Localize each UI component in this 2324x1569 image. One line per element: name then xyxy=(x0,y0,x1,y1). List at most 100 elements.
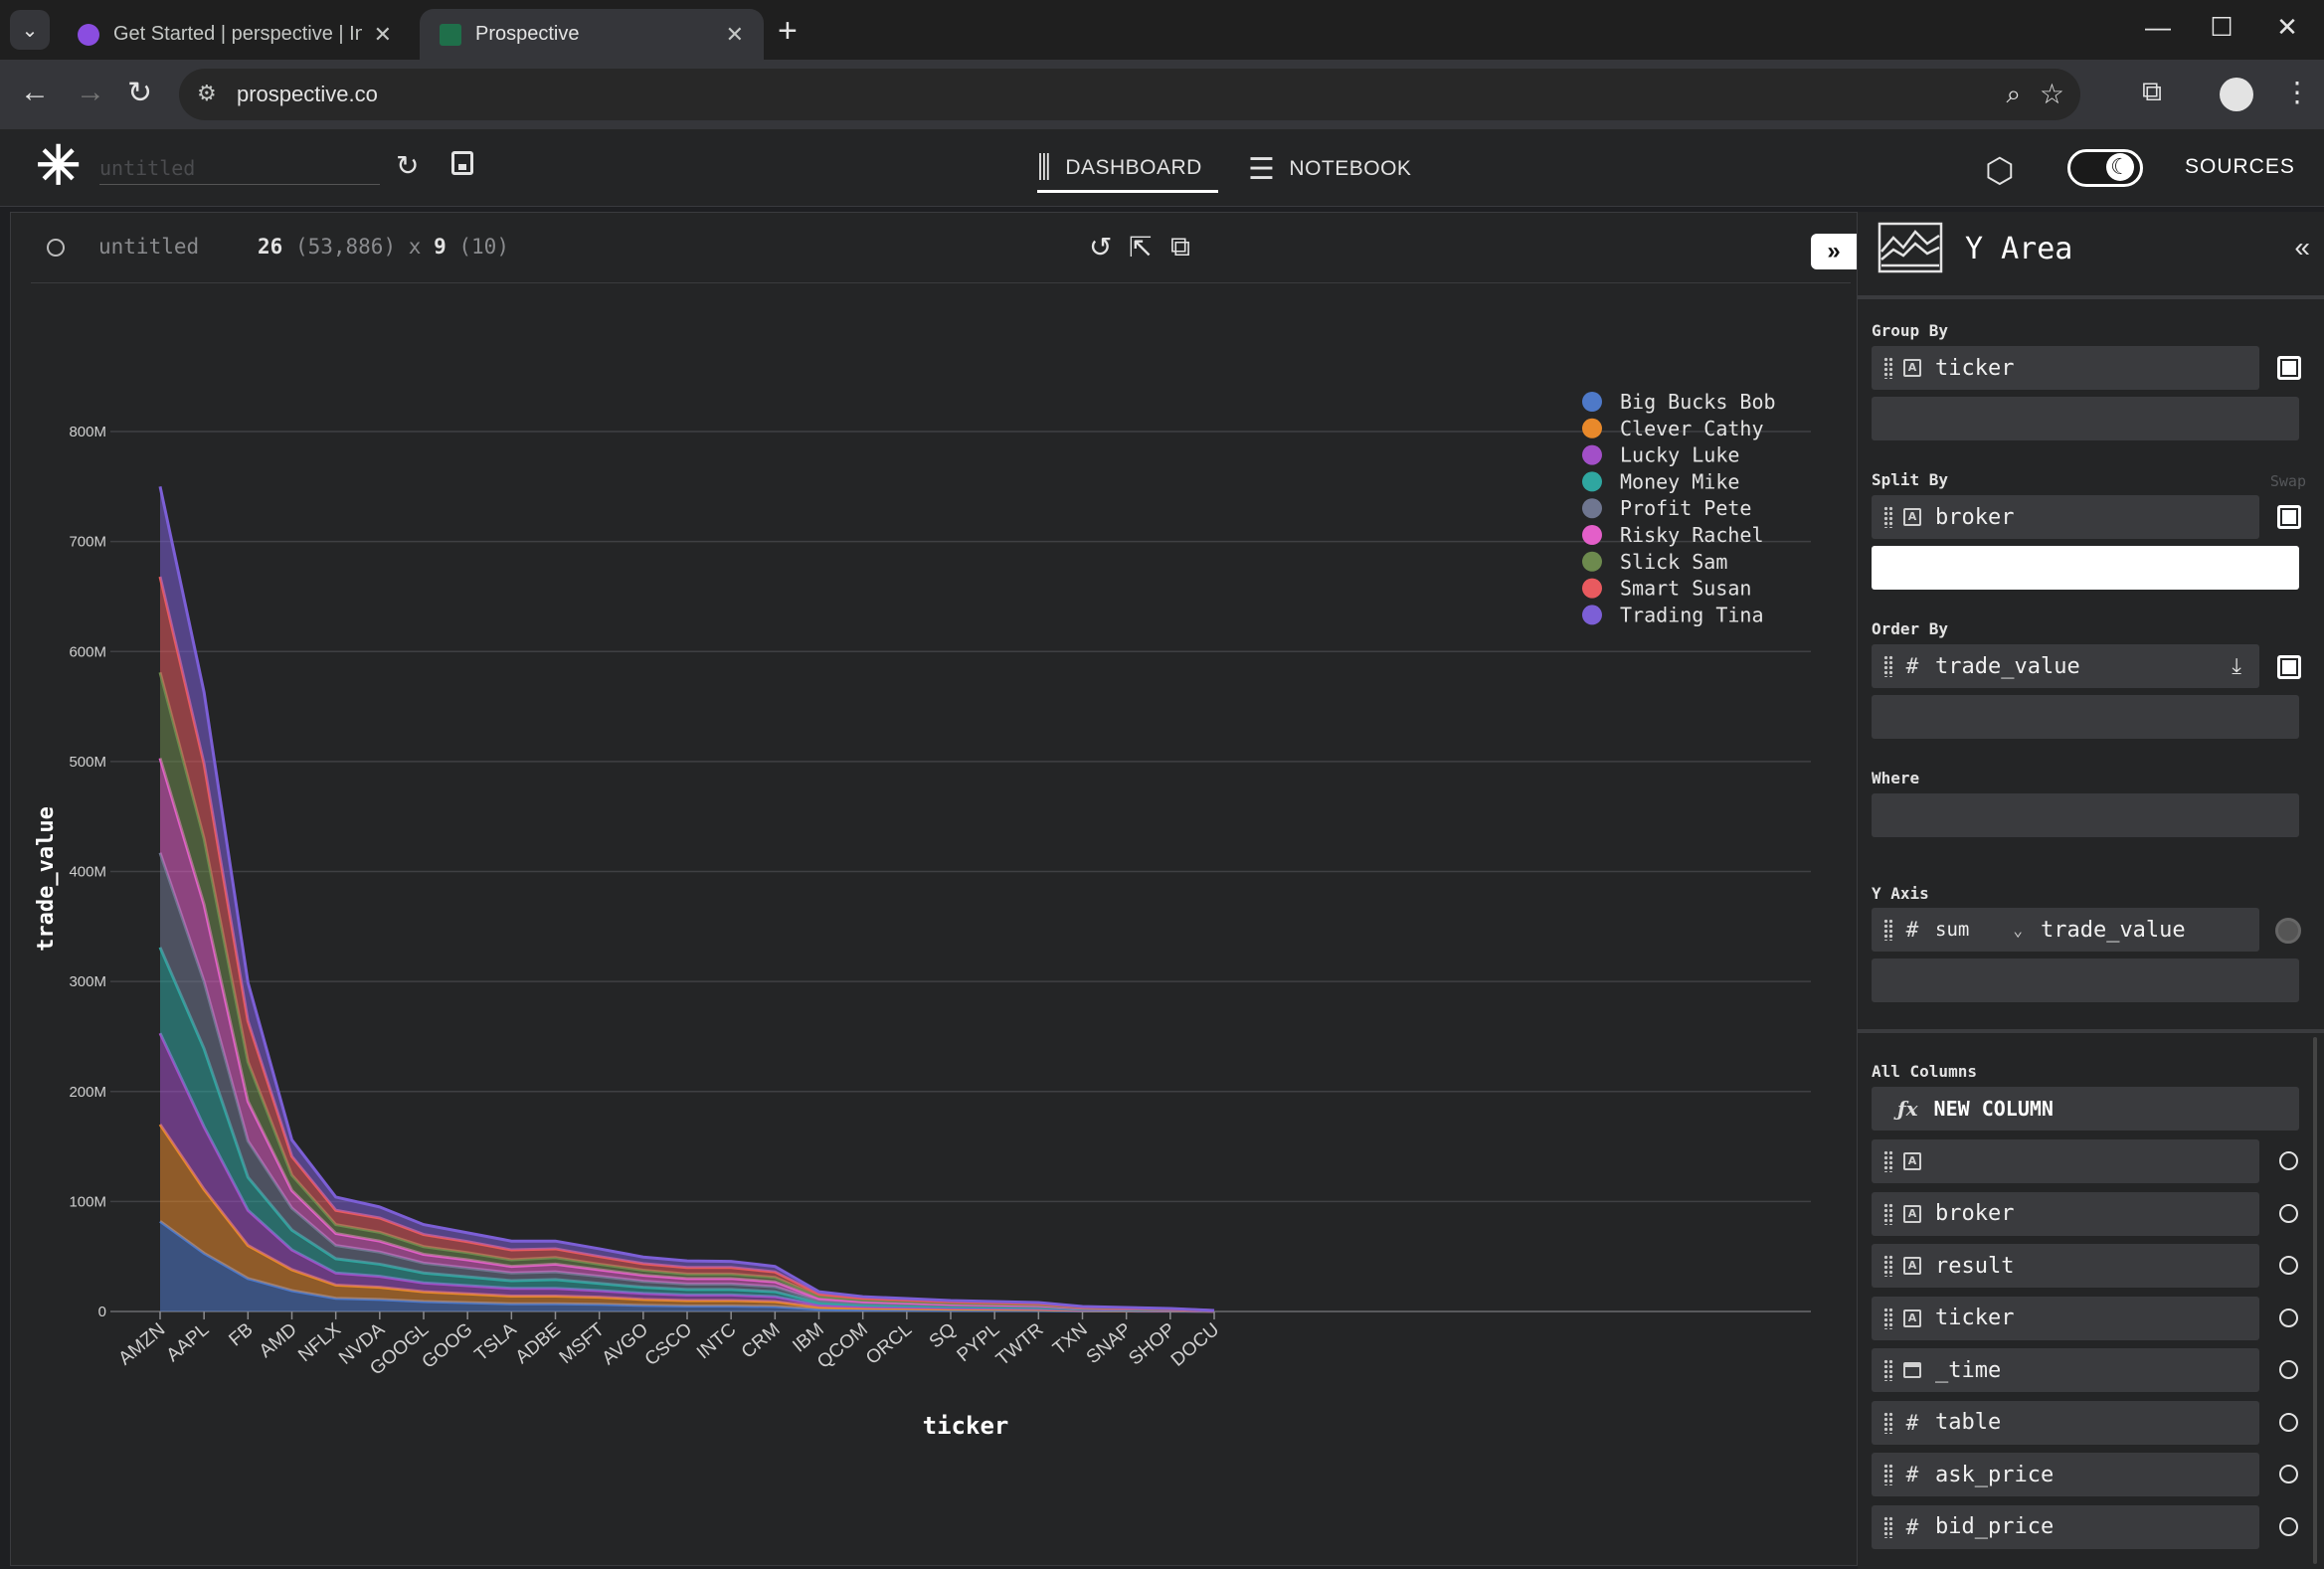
drag-handle-icon[interactable] xyxy=(1883,655,1893,677)
sources-button[interactable]: SOURCES xyxy=(2185,155,2295,179)
maximize-icon[interactable]: ☐ xyxy=(2202,12,2241,43)
zoom-icon[interactable]: ⌕ xyxy=(2006,79,2021,110)
close-tab-icon[interactable]: ✕ xyxy=(374,22,392,48)
group-by-dropzone[interactable] xyxy=(1872,397,2299,440)
times-symbol: x xyxy=(408,235,422,259)
address-bar[interactable]: ⚙ prospective.co ⌕ ☆ xyxy=(179,69,2080,120)
drag-handle-icon[interactable] xyxy=(1883,1307,1893,1329)
column-toggle[interactable] xyxy=(2279,1465,2298,1483)
column-toggle[interactable] xyxy=(2279,1360,2298,1379)
column-toggle[interactable] xyxy=(2279,1412,2298,1432)
browser-tab-prospective[interactable]: Prospective ✕ xyxy=(420,9,764,60)
drag-handle-icon[interactable] xyxy=(1883,1255,1893,1277)
x-tick-label: CSCO xyxy=(641,1319,697,1370)
tab-notebook[interactable]: ☰ NOTEBOOK xyxy=(1248,145,1411,193)
column-item[interactable]: Abroker xyxy=(1872,1191,2259,1236)
column-item[interactable]: A xyxy=(1872,1139,2259,1183)
swap-button[interactable]: Swap xyxy=(2270,472,2306,490)
workspace-title-input[interactable] xyxy=(99,151,380,185)
column-toggle[interactable] xyxy=(2279,1203,2298,1223)
column-toggle[interactable] xyxy=(2279,1308,2298,1327)
column-item[interactable]: # table xyxy=(1872,1400,2259,1445)
drag-handle-icon[interactable] xyxy=(1883,919,1893,941)
y-tick-label: 700M xyxy=(69,534,106,551)
close-tab-icon[interactable]: ✕ xyxy=(726,22,744,48)
reset-icon[interactable]: ↺ xyxy=(1089,231,1112,263)
scrollbar[interactable] xyxy=(2313,1037,2317,1564)
sort-descending-icon[interactable]: ⤓ xyxy=(2232,654,2241,679)
copy-icon[interactable]: ⧉ xyxy=(1170,231,1190,263)
theme-toggle[interactable] xyxy=(2067,149,2143,187)
legend-swatch xyxy=(1582,551,1602,572)
collapse-panel-icon[interactable]: « xyxy=(2294,232,2310,263)
number-type-icon: # xyxy=(1905,654,1919,678)
y-axis-dropzone[interactable] xyxy=(1872,959,2299,1002)
toggle-settings-button[interactable]: » xyxy=(1811,234,1857,269)
extensions-icon[interactable]: ⧉ xyxy=(2142,76,2162,108)
new-column-button[interactable]: ƒx NEW COLUMN xyxy=(1872,1087,2299,1131)
tab-search-button[interactable]: ⌄ xyxy=(10,10,50,50)
export-icon[interactable]: ⇱ xyxy=(1129,231,1152,263)
drag-handle-icon[interactable] xyxy=(1883,1515,1893,1538)
group-by-item[interactable]: A ticker xyxy=(1872,346,2259,390)
y-axis-toggle[interactable] xyxy=(2275,918,2301,944)
close-window-icon[interactable]: ✕ xyxy=(2267,12,2307,43)
split-by-column: broker xyxy=(1935,504,2015,530)
drag-handle-icon[interactable] xyxy=(1883,1464,1893,1485)
browser-tab-get-started[interactable]: Get Started | perspective | Influx ✕ xyxy=(58,9,412,60)
bookmark-star-icon[interactable]: ☆ xyxy=(2040,78,2064,110)
legend-item: Lucky Luke xyxy=(1620,443,1739,467)
legend-item: Big Bucks Bob xyxy=(1620,390,1776,414)
divider xyxy=(1858,295,2324,299)
drag-handle-icon[interactable] xyxy=(1883,1359,1893,1381)
reload-icon[interactable]: ↻ xyxy=(127,76,152,110)
column-toggle[interactable] xyxy=(2279,1516,2298,1536)
order-by-item[interactable]: # trade_value ⤓ xyxy=(1872,644,2259,688)
drag-handle-icon[interactable] xyxy=(1883,1411,1893,1434)
split-by-item[interactable]: A broker xyxy=(1872,495,2259,539)
forward-icon[interactable]: → xyxy=(76,76,105,109)
legend-item: Risky Rachel xyxy=(1620,523,1764,547)
y-tick-label: 600M xyxy=(69,643,106,660)
column-item[interactable]: # bid_price xyxy=(1872,1504,2259,1549)
drag-handle-icon[interactable] xyxy=(1883,357,1893,379)
column-item[interactable]: # ask_price xyxy=(1872,1453,2259,1496)
aggregate-select[interactable]: sum xyxy=(1935,919,1969,941)
split-by-toggle[interactable] xyxy=(2277,505,2301,529)
cube-icon[interactable]: ⬡ xyxy=(1985,151,2015,191)
number-type-icon: # xyxy=(1905,1463,1919,1486)
drag-handle-icon[interactable] xyxy=(1883,1202,1893,1225)
column-name: result xyxy=(1935,1253,2015,1279)
new-tab-button[interactable]: + xyxy=(778,12,798,51)
string-type-icon: A xyxy=(1903,1308,1921,1327)
site-info-icon[interactable]: ⚙ xyxy=(197,81,217,106)
refresh-icon[interactable]: ↻ xyxy=(396,149,419,182)
group-by-toggle[interactable] xyxy=(2277,356,2301,380)
column-item[interactable]: Aresult xyxy=(1872,1244,2259,1288)
tab-dashboard[interactable]: ⫼ DASHBOARD xyxy=(1037,145,1218,193)
minimize-icon[interactable]: — xyxy=(2138,12,2178,43)
where-dropzone[interactable] xyxy=(1872,793,2299,837)
save-icon[interactable] xyxy=(451,151,473,175)
drag-handle-icon[interactable] xyxy=(1883,506,1893,528)
column-toggle[interactable] xyxy=(2279,1151,2298,1170)
plugin-selector[interactable]: Y Area xyxy=(1965,232,2072,266)
y-axis-column: trade_value xyxy=(2040,917,2186,943)
profile-avatar[interactable] xyxy=(2220,78,2253,111)
prospective-logo: ✳ xyxy=(36,136,82,196)
x-tick-label: TSLA xyxy=(471,1319,521,1366)
order-by-toggle[interactable] xyxy=(2277,655,2301,679)
browser-menu-icon[interactable]: ⋮ xyxy=(2283,76,2311,108)
y-tick-label: 100M xyxy=(69,1193,106,1210)
viewer-title[interactable]: untitled xyxy=(98,235,199,259)
split-by-dropzone[interactable] xyxy=(1872,546,2299,590)
order-by-column: trade_value xyxy=(1935,653,2080,679)
column-item[interactable]: Aticker xyxy=(1872,1296,2259,1340)
column-item[interactable]: _time xyxy=(1872,1348,2259,1392)
drag-handle-icon[interactable] xyxy=(1883,1150,1893,1172)
column-toggle[interactable] xyxy=(2279,1256,2298,1275)
chevron-down-icon[interactable]: ⌄ xyxy=(2013,921,2023,940)
order-by-dropzone[interactable] xyxy=(1872,695,2299,739)
y-axis-item[interactable]: # sum ⌄ trade_value xyxy=(1872,908,2259,952)
back-icon[interactable]: ← xyxy=(20,76,50,109)
